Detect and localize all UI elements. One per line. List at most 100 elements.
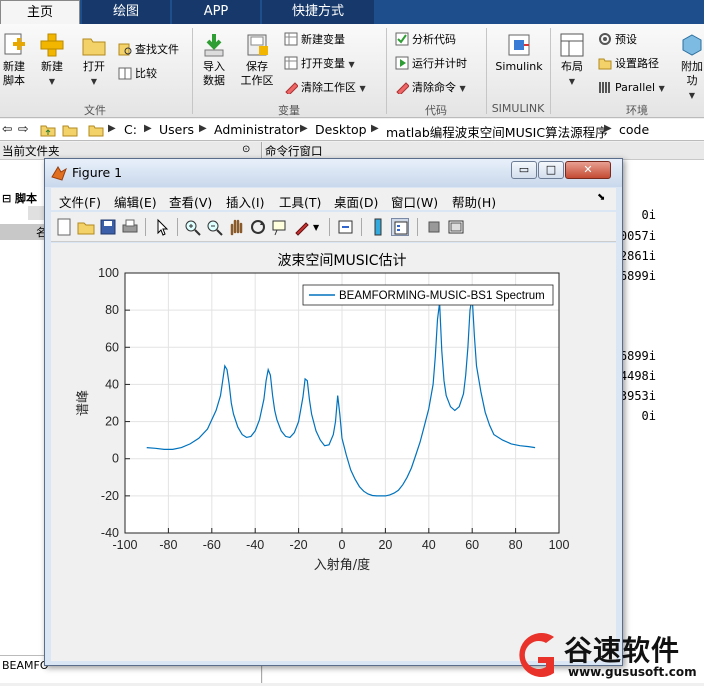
figure-title: Figure 1 bbox=[72, 165, 123, 180]
tab-plots[interactable]: 绘图 bbox=[82, 0, 170, 24]
menu-insert[interactable]: 插入(I) bbox=[226, 192, 264, 211]
show-plot-tools-icon[interactable] bbox=[447, 218, 465, 236]
open-variable-label: 打开变量 bbox=[301, 57, 345, 70]
up-folder-icon[interactable] bbox=[40, 122, 56, 138]
menu-help[interactable]: 帮助(H) bbox=[452, 192, 496, 211]
open-label: 打开 bbox=[83, 60, 105, 73]
clear-workspace-button[interactable]: 清除工作区 ▼ bbox=[284, 80, 366, 97]
clear-commands-icon bbox=[396, 82, 409, 94]
menu-view[interactable]: 查看(V) bbox=[169, 192, 212, 211]
zoom-out-icon[interactable] bbox=[205, 218, 223, 236]
new-figure-icon[interactable] bbox=[55, 218, 73, 236]
maximize-button[interactable]: □ bbox=[538, 161, 564, 179]
folder-open-icon bbox=[82, 38, 106, 56]
breadcrumb-separator: ▶ bbox=[604, 123, 612, 134]
analyze-code-button[interactable]: 分析代码 bbox=[395, 32, 456, 48]
tab-shortcuts[interactable]: 快捷方式 bbox=[262, 0, 374, 24]
minimize-button[interactable]: ▭ bbox=[511, 161, 537, 179]
preferences-button[interactable]: 预设 bbox=[598, 32, 637, 48]
variable-group-label: 变量 bbox=[278, 104, 300, 117]
brush-icon[interactable] bbox=[293, 218, 311, 236]
layout-label: 布局 bbox=[561, 60, 583, 73]
new-variable-label: 新建变量 bbox=[301, 33, 345, 46]
import-data-button[interactable]: 导入 数据 bbox=[200, 32, 228, 88]
open-button[interactable]: 打开 ▼ bbox=[78, 32, 110, 89]
x-tick-label: 20 bbox=[378, 538, 392, 552]
compare-label: 比较 bbox=[135, 67, 157, 80]
set-path-button[interactable]: 设置路径 bbox=[598, 56, 659, 72]
dropdown-arrow-icon: ▼ bbox=[348, 60, 355, 69]
new-button[interactable]: 新建 ▼ bbox=[36, 32, 68, 89]
data-cursor-icon[interactable] bbox=[271, 218, 289, 236]
new-variable-button[interactable]: 新建变量 bbox=[284, 32, 345, 48]
clear-workspace-icon bbox=[285, 82, 298, 94]
legend-icon[interactable] bbox=[391, 218, 409, 236]
breadcrumb-separator: ▶ bbox=[108, 123, 116, 134]
hide-plot-tools-icon[interactable] bbox=[425, 218, 443, 236]
simulink-button[interactable]: Simulink bbox=[492, 32, 546, 74]
pan-hand-icon[interactable] bbox=[227, 218, 245, 236]
layout-button[interactable]: 布局 ▼ bbox=[556, 32, 588, 89]
menu-edit[interactable]: 编辑(E) bbox=[114, 192, 157, 211]
open-variable-button[interactable]: 打开变量 ▼ bbox=[284, 56, 355, 73]
dock-arrow-icon[interactable]: ⬊ bbox=[597, 192, 605, 203]
link-plot-icon[interactable] bbox=[337, 218, 355, 236]
file-group-label: 文件 bbox=[84, 104, 106, 117]
figure-canvas: -100 -80 -60 -40 -20 0 20 40 60 80 100 -40 -20 0 20 40 6… bbox=[51, 243, 616, 661]
pointer-icon[interactable] bbox=[153, 218, 171, 236]
group-separator bbox=[192, 28, 193, 114]
environment-group-label: 环境 bbox=[626, 104, 648, 117]
tab-apps[interactable]: APP bbox=[172, 0, 260, 24]
rotate-3d-icon[interactable] bbox=[249, 218, 267, 236]
script-category[interactable]: ⊟ 脚本 bbox=[2, 190, 37, 206]
menu-file[interactable]: 文件(F) bbox=[59, 192, 101, 211]
x-tick-label: -20 bbox=[290, 538, 308, 552]
breadcrumb-item[interactable]: Administrator bbox=[214, 122, 299, 137]
browse-folder-icon[interactable] bbox=[62, 122, 78, 138]
forward-icon[interactable]: ⇨ bbox=[18, 121, 28, 136]
figure-title-bar[interactable]: Figure 1 ▭ □ ✕ bbox=[45, 159, 622, 187]
x-tick-label: 80 bbox=[509, 538, 523, 552]
close-button[interactable]: ✕ bbox=[565, 161, 611, 179]
ribbon-toolstrip: 新建 脚本 新建 ▼ 打开 ▼ 查找文件 比较 文件 导入 数据 保存 工作区 新建… bbox=[0, 24, 704, 118]
compare-icon bbox=[118, 67, 132, 80]
y-tick-label: 0 bbox=[112, 452, 119, 466]
tab-home[interactable]: 主页 bbox=[0, 0, 80, 24]
output-line: 4498i bbox=[619, 369, 656, 383]
print-icon[interactable] bbox=[121, 218, 139, 236]
zoom-in-icon[interactable] bbox=[183, 218, 201, 236]
x-tick-label: -40 bbox=[246, 538, 264, 552]
breadcrumb-item[interactable]: C: bbox=[124, 122, 137, 137]
breadcrumb-item[interactable]: Desktop bbox=[315, 122, 367, 137]
panel-menu-icon[interactable]: ⊙ bbox=[242, 144, 250, 155]
save-icon[interactable] bbox=[99, 218, 117, 236]
breadcrumb-item[interactable]: code bbox=[619, 122, 649, 137]
x-tick-label: 40 bbox=[422, 538, 436, 552]
breadcrumb-separator: ▶ bbox=[199, 123, 207, 134]
find-files-button[interactable]: 查找文件 bbox=[118, 42, 179, 58]
ribbon-tab-bar: 主页 绘图 APP 快捷方式 bbox=[0, 0, 704, 24]
menu-window[interactable]: 窗口(W) bbox=[391, 192, 438, 211]
back-icon[interactable]: ⇦ bbox=[2, 121, 12, 136]
spectrum-plot[interactable]: -100 -80 -60 -40 -20 0 20 40 60 80 100 -40 -20 0 20 40 6… bbox=[51, 243, 616, 661]
parallel-button[interactable]: Parallel ▼ bbox=[598, 80, 665, 97]
menu-tools[interactable]: 工具(T) bbox=[279, 192, 321, 211]
breadcrumb-item[interactable]: Users bbox=[159, 122, 194, 137]
figure-window: Figure 1 ▭ □ ✕ 文件(F) 编辑(E) 查看(V) 插入(I) 工… bbox=[44, 158, 623, 666]
analyze-code-label: 分析代码 bbox=[412, 33, 456, 46]
breadcrumb-item[interactable]: matlab编程波束空间MUSIC算法源程序 bbox=[386, 122, 608, 141]
x-tick-label: -80 bbox=[159, 538, 177, 552]
open-file-icon[interactable] bbox=[77, 218, 95, 236]
new-script-icon bbox=[4, 33, 25, 55]
colorbar-icon[interactable] bbox=[369, 218, 387, 236]
code-group-label: 代码 bbox=[425, 104, 447, 117]
compare-button[interactable]: 比较 bbox=[118, 66, 157, 82]
run-and-time-button[interactable]: 运行并计时 bbox=[395, 56, 467, 72]
new-script-label: 新建 脚本 bbox=[3, 60, 25, 87]
menu-desktop[interactable]: 桌面(D) bbox=[334, 192, 378, 211]
new-script-button[interactable]: 新建 脚本 bbox=[0, 32, 28, 88]
save-workspace-button[interactable]: 保存 工作区 bbox=[238, 32, 276, 88]
add-ons-button[interactable]: 附加功 ▼ bbox=[676, 32, 704, 103]
clear-commands-button[interactable]: 清除命令 ▼ bbox=[395, 80, 466, 97]
figure-toolbar: ▼ bbox=[51, 212, 616, 242]
